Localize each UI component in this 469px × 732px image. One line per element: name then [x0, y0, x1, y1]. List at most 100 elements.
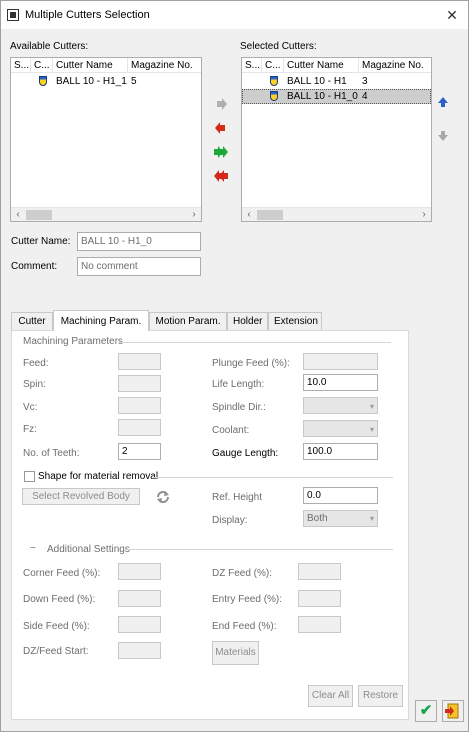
- column-header-color[interactable]: C...: [31, 58, 53, 73]
- ball-cutter-icon: [39, 76, 47, 86]
- no-of-teeth-field[interactable]: 2: [118, 443, 161, 460]
- column-header-cutter-name[interactable]: Cutter Name: [53, 58, 128, 73]
- dialog-window: Multiple Cutters Selection ✕ Available C…: [0, 0, 469, 732]
- chevron-down-icon: ▾: [369, 425, 374, 434]
- corner-feed-field[interactable]: [118, 563, 161, 580]
- gauge-length-field[interactable]: 100.0: [303, 443, 378, 460]
- cutter-name-cell: BALL 10 - H1_1: [56, 76, 127, 87]
- ball-cutter-icon: [270, 76, 278, 86]
- scroll-thumb[interactable]: [26, 210, 52, 220]
- ref-height-field[interactable]: 0.0: [303, 487, 378, 504]
- display-select-value: Both: [307, 513, 328, 524]
- machining-parameters-group-label: Machining Parameters: [23, 336, 124, 347]
- corner-feed-label: Corner Feed (%):: [23, 568, 101, 579]
- display-label: Display:: [212, 515, 248, 526]
- tab-extension[interactable]: Extension: [268, 312, 322, 330]
- gauge-length-label: Gauge Length:: [212, 448, 279, 459]
- horizontal-scrollbar[interactable]: ‹ ›: [11, 207, 201, 221]
- spindle-dir-select[interactable]: ▾: [303, 397, 378, 414]
- cutter-name-cell: BALL 10 - H1: [287, 76, 347, 87]
- down-feed-field[interactable]: [118, 590, 161, 607]
- table-row[interactable]: BALL 10 - H1 3: [242, 74, 431, 89]
- table-row[interactable]: BALL 10 - H1_1 5: [11, 74, 201, 89]
- move-up-icon[interactable]: [438, 97, 448, 107]
- tab-machining-param[interactable]: Machining Param.: [53, 310, 149, 331]
- plunge-feed-label: Plunge Feed (%):: [212, 358, 290, 369]
- column-header-status[interactable]: S...: [242, 58, 262, 73]
- move-all-right-icon[interactable]: [214, 146, 228, 158]
- selected-cutters-table[interactable]: S... C... Cutter Name Magazine No. BALL …: [241, 57, 432, 222]
- column-header-status[interactable]: S...: [11, 58, 31, 73]
- ok-checkmark-icon[interactable]: ✔: [415, 700, 437, 722]
- spindle-dir-label: Spindle Dir.:: [212, 402, 266, 413]
- fz-field[interactable]: [118, 419, 161, 436]
- chevron-down-icon: ▾: [369, 402, 374, 411]
- comment-field[interactable]: No comment: [77, 257, 201, 276]
- life-length-field[interactable]: 10.0: [303, 374, 378, 391]
- entry-feed-label: Entry Feed (%):: [212, 594, 283, 605]
- cutter-name-cell: BALL 10 - H1_0: [287, 91, 358, 102]
- fz-label: Fz:: [23, 424, 37, 435]
- scroll-right-icon[interactable]: ›: [187, 208, 201, 221]
- available-cutters-table[interactable]: S... C... Cutter Name Magazine No. BALL …: [10, 57, 202, 222]
- window-title: Multiple Cutters Selection: [25, 9, 150, 21]
- order-buttons: [438, 97, 448, 141]
- exit-icon: [445, 703, 459, 719]
- table-header: S... C... Cutter Name Magazine No.: [242, 58, 431, 73]
- move-left-icon[interactable]: [215, 122, 225, 134]
- exit-button[interactable]: [442, 700, 464, 722]
- title-bar: Multiple Cutters Selection ✕: [1, 1, 468, 29]
- tab-holder[interactable]: Holder: [227, 312, 268, 330]
- tab-motion-param[interactable]: Motion Param.: [149, 312, 227, 330]
- column-header-cutter-name[interactable]: Cutter Name: [284, 58, 359, 73]
- scroll-thumb[interactable]: [257, 210, 283, 220]
- feed-field[interactable]: [118, 353, 161, 370]
- vc-field[interactable]: [118, 397, 161, 414]
- shape-material-removal-label: Shape for material removal: [38, 471, 159, 482]
- spin-label: Spin:: [23, 379, 46, 390]
- scroll-right-icon[interactable]: ›: [417, 208, 431, 221]
- display-select[interactable]: Both ▾: [303, 510, 378, 527]
- side-feed-field[interactable]: [118, 616, 161, 633]
- move-right-icon[interactable]: [217, 98, 227, 110]
- spin-field[interactable]: [118, 375, 161, 392]
- comment-label: Comment:: [11, 261, 58, 272]
- transfer-buttons: [214, 98, 228, 182]
- cutter-name-label: Cutter Name:: [11, 236, 71, 247]
- dz-feed-start-field[interactable]: [118, 642, 161, 659]
- end-feed-field[interactable]: [298, 616, 341, 633]
- coolant-label: Coolant:: [212, 425, 250, 436]
- collapse-icon[interactable]: −: [30, 543, 36, 554]
- restore-button[interactable]: Restore: [358, 685, 403, 707]
- clear-all-button[interactable]: Clear All: [308, 685, 353, 707]
- ball-cutter-icon: [270, 91, 278, 101]
- cutter-name-field[interactable]: BALL 10 - H1_0: [77, 232, 201, 251]
- entry-feed-field[interactable]: [298, 590, 341, 607]
- dz-feed-start-label: DZ/Feed Start:: [23, 646, 89, 657]
- move-down-icon[interactable]: [438, 131, 448, 141]
- shape-material-removal-checkbox[interactable]: [24, 471, 35, 482]
- group-divider: [125, 549, 393, 550]
- table-row-selected[interactable]: BALL 10 - H1_0 4: [242, 89, 431, 104]
- plunge-feed-field[interactable]: [303, 353, 378, 370]
- column-header-magazine[interactable]: Magazine No.: [128, 58, 201, 73]
- column-header-color[interactable]: C...: [262, 58, 284, 73]
- dz-feed-field[interactable]: [298, 563, 341, 580]
- tab-cutter[interactable]: Cutter: [11, 312, 53, 330]
- select-revolved-body-button[interactable]: Select Revolved Body: [22, 488, 140, 505]
- coolant-select[interactable]: ▾: [303, 420, 378, 437]
- refresh-icon[interactable]: [155, 489, 171, 505]
- group-divider: [119, 342, 391, 343]
- close-icon[interactable]: ✕: [441, 5, 463, 25]
- magazine-cell: 3: [362, 76, 368, 87]
- scroll-left-icon[interactable]: ‹: [11, 208, 25, 221]
- life-length-label: Life Length:: [212, 379, 265, 390]
- ref-height-label: Ref. Height: [212, 492, 263, 503]
- materials-button[interactable]: Materials: [212, 641, 259, 665]
- horizontal-scrollbar[interactable]: ‹ ›: [242, 207, 431, 221]
- column-header-magazine[interactable]: Magazine No.: [359, 58, 431, 73]
- selected-cutters-label: Selected Cutters:: [240, 41, 317, 52]
- dz-feed-label: DZ Feed (%):: [212, 568, 273, 579]
- move-all-left-icon[interactable]: [214, 170, 228, 182]
- scroll-left-icon[interactable]: ‹: [242, 208, 256, 221]
